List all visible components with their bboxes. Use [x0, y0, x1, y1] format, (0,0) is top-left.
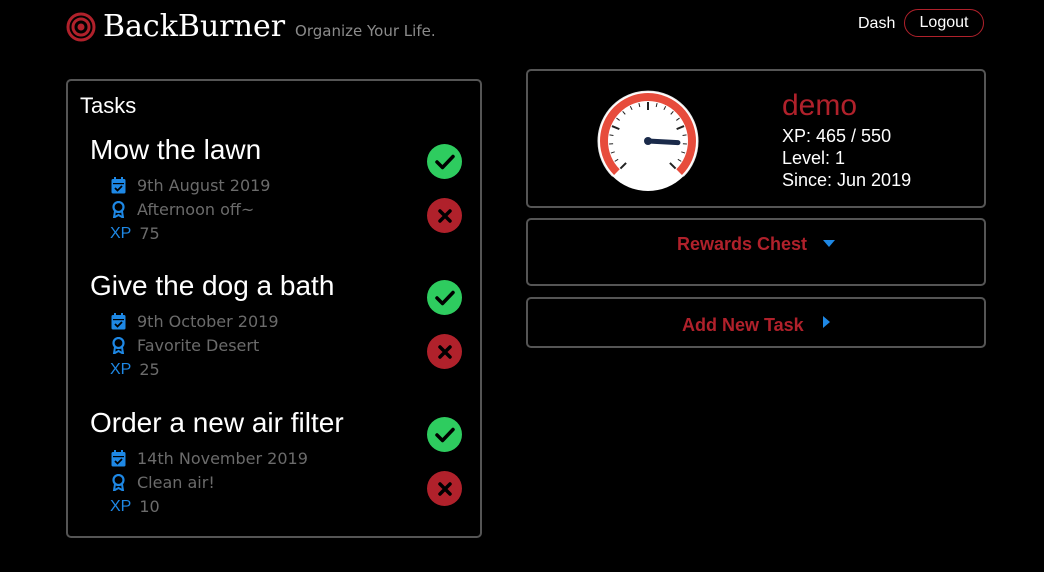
calendar-check-icon [110, 450, 126, 468]
task-item: Mow the lawn 9th August 2019 Afternoon o… [68, 134, 480, 264]
x-icon [437, 208, 452, 223]
xp-label: XP [110, 224, 132, 242]
x-icon [437, 481, 452, 496]
task-item: Give the dog a bath 9th October 2019 Fav… [68, 270, 480, 400]
ribbon-award-icon [110, 474, 126, 492]
calendar-check-icon [110, 177, 126, 195]
task-xp: XP 25 [110, 360, 160, 379]
username: demo [782, 89, 858, 122]
gauge-tick [609, 134, 614, 137]
task-date: 14th November 2019 [110, 449, 308, 468]
brand[interactable]: BackBurner Organize Your Life. [66, 10, 436, 44]
task-date-text: 9th October 2019 [137, 312, 279, 331]
task-date: 9th October 2019 [110, 312, 279, 331]
tasks-card: Tasks Mow the lawn 9th August 2019 After… [66, 79, 482, 538]
complete-task-button[interactable] [427, 417, 462, 452]
task-reward-text: Clean air! [137, 473, 215, 492]
ribbon-award-icon [110, 337, 126, 355]
since-stat: Since: Jun 2019 [782, 170, 912, 190]
caret-right-icon [823, 316, 830, 328]
add-new-task-toggle[interactable]: Add New Task [526, 297, 986, 348]
xp-label: XP [110, 497, 132, 515]
task-date: 9th August 2019 [110, 176, 270, 195]
delete-task-button[interactable] [427, 198, 462, 233]
task-xp-value: 75 [139, 224, 160, 243]
level-stat: Level: 1 [782, 148, 846, 168]
nav-dash-link[interactable]: Dash [858, 15, 895, 33]
rewards-chest-label: Rewards Chest [677, 234, 808, 254]
delete-task-button[interactable] [427, 334, 462, 369]
profile-card: demo XP: 465 / 550 Level: 1 Since: Jun 2… [526, 69, 986, 208]
task-xp-value: 10 [139, 497, 160, 516]
task-xp: XP 75 [110, 224, 160, 243]
task-reward: Favorite Desert [110, 336, 259, 355]
complete-task-button[interactable] [427, 280, 462, 315]
task-date-text: 14th November 2019 [137, 449, 308, 468]
x-icon [437, 344, 452, 359]
task-date-text: 9th August 2019 [137, 176, 271, 195]
ribbon-award-icon [110, 201, 126, 219]
add-new-task-label: Add New Task [682, 315, 804, 335]
task-reward: Afternoon off~ [110, 200, 254, 219]
task-xp: XP 10 [110, 497, 160, 516]
task-reward-text: Afternoon off~ [137, 200, 255, 219]
xp-stat: XP: 465 / 550 [782, 126, 892, 146]
check-icon [434, 427, 455, 442]
brand-tagline: Organize Your Life. [295, 22, 436, 40]
tasks-heading: Tasks [80, 93, 137, 118]
brand-name: BackBurner [103, 9, 286, 44]
target-icon [66, 12, 96, 42]
task-xp-value: 25 [139, 360, 160, 379]
caret-down-icon [823, 240, 835, 247]
header: BackBurner Organize Your Life. Dash Logo… [0, 0, 1044, 60]
check-icon [434, 290, 455, 305]
gauge-tick [682, 134, 687, 137]
task-title: Mow the lawn [90, 134, 262, 165]
xp-label: XP [110, 360, 132, 378]
delete-task-button[interactable] [427, 471, 462, 506]
logout-button[interactable]: Logout [904, 9, 984, 37]
rewards-chest-toggle[interactable]: Rewards Chest [526, 218, 986, 286]
task-reward-text: Favorite Desert [137, 336, 260, 355]
task-item: Order a new air filter 14th November 201… [68, 407, 480, 537]
task-reward: Clean air! [110, 473, 215, 492]
check-icon [434, 154, 455, 169]
complete-task-button[interactable] [427, 144, 462, 179]
speedometer-icon [597, 90, 699, 191]
task-title: Give the dog a bath [90, 270, 335, 301]
task-title: Order a new air filter [90, 407, 344, 438]
calendar-check-icon [110, 313, 126, 331]
